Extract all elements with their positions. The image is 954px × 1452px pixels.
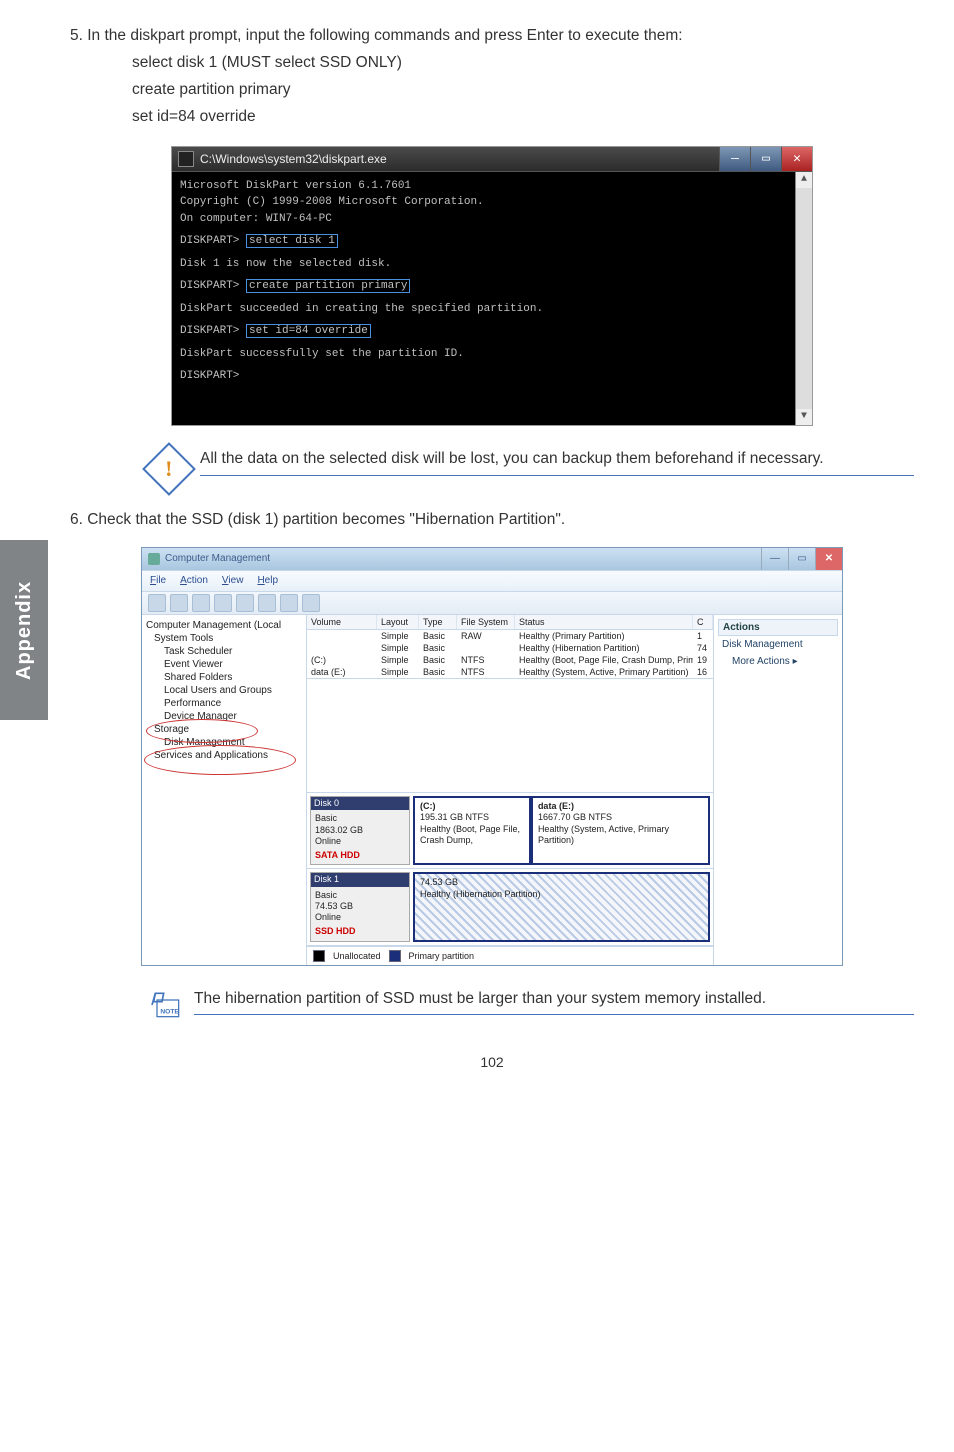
maximize-button[interactable]: ▭ [788,548,815,570]
tree-pane[interactable]: Computer Management (Local System Tools … [142,615,307,965]
step5-intro: 5. In the diskpart prompt, input the fol… [70,26,914,47]
toolbar [142,592,842,615]
mgmt-app-icon [148,553,160,565]
cmd-line: DISKPART> create partition primary [180,278,804,295]
note-text: The hibernation partition of SSD must be… [194,990,914,1015]
partition-data-e[interactable]: data (E:) 1667.70 GB NTFS Healthy (Syste… [531,796,710,865]
toolbar-icon[interactable] [192,594,210,612]
cmd-line: Copyright (C) 1999-2008 Microsoft Corpor… [180,194,804,211]
menu-bar: File Action View Help [142,570,842,592]
computer-management-window: Computer Management — ▭ ✕ File Action Vi… [141,547,843,966]
tree-system-tools[interactable]: System Tools [152,632,304,645]
tree-root[interactable]: Computer Management (Local [144,619,304,632]
tree-shared-folders[interactable]: Shared Folders [162,671,304,684]
cmd-line: DISKPART> select disk 1 [180,233,804,250]
scroll-up-icon[interactable]: ▲ [796,172,812,188]
col-capacity[interactable]: C [693,615,713,629]
tree-task-scheduler[interactable]: Task Scheduler [162,645,304,658]
disk0-header: Disk 0 Basic 1863.02 GB Online SATA HDD [310,796,410,865]
ssd-hdd-label: SSD HDD [315,926,405,937]
cmd-line: DiskPart successfully set the partition … [180,346,804,363]
maximize-button[interactable]: ▭ [750,147,781,171]
partition-c[interactable]: (C:) 195.31 GB NTFS Healthy (Boot, Page … [413,796,531,865]
actions-pane: Actions Disk Management More Actions ▸ [714,615,842,965]
note-icon: NOTE [150,990,184,1020]
cmd-app-icon [178,151,194,167]
toolbar-icon[interactable] [214,594,232,612]
caution-text: All the data on the selected disk will b… [200,448,914,477]
legend-primary-swatch [389,950,401,962]
col-layout[interactable]: Layout [377,615,419,629]
disk1-header: Disk 1 Basic 74.53 GB Online SSD HDD [310,872,410,941]
col-status[interactable]: Status [515,615,693,629]
step6-text: 6. Check that the SSD (disk 1) partition… [70,510,914,531]
chevron-right-icon: ▸ [793,656,798,667]
legend-unallocated-label: Unallocated [333,951,381,961]
disk0-row[interactable]: Disk 0 Basic 1863.02 GB Online SATA HDD … [307,793,713,869]
tree-local-users[interactable]: Local Users and Groups [162,684,304,697]
menu-view[interactable]: View [222,575,244,586]
partition-hibernation[interactable]: 74.53 GB Healthy (Hibernation Partition) [413,872,710,941]
window-titlebar[interactable]: C:\Windows\system32\diskpart.exe — ▭ ✕ [172,147,812,172]
col-file-system[interactable]: File System [457,615,515,629]
legend: Unallocated Primary partition [307,946,713,965]
diskpart-window: C:\Windows\system32\diskpart.exe — ▭ ✕ M… [171,146,813,426]
menu-action[interactable]: Action [180,575,208,586]
table-row[interactable]: SimpleBasicHealthy (Hibernation Partitio… [307,642,713,654]
scrollbar[interactable]: ▲ ▼ [795,172,812,425]
tree-performance[interactable]: Performance [162,697,304,710]
window-title: Computer Management [165,553,270,564]
actions-more-actions[interactable]: More Actions ▸ [718,653,838,670]
menu-help[interactable]: Help [257,575,278,586]
cmd-line: Disk 1 is now the selected disk. [180,256,804,273]
table-row[interactable]: data (E:)SimpleBasicNTFSHealthy (System,… [307,666,713,678]
center-pane: Volume Layout Type File System Status C … [307,615,714,965]
minimize-button[interactable]: — [719,147,750,171]
close-button[interactable]: ✕ [781,147,812,171]
toolbar-icon[interactable] [258,594,276,612]
cmd-line: DISKPART> set id=84 override [180,323,804,340]
red-oval-annotation [144,745,296,775]
step5-cmd3: set id=84 override [132,107,914,128]
sata-hdd-label: SATA HDD [315,850,405,861]
scroll-down-icon[interactable]: ▼ [796,409,812,425]
toolbar-help-icon[interactable] [236,594,254,612]
toolbar-back-icon[interactable] [148,594,166,612]
actions-disk-management[interactable]: Disk Management [718,636,838,653]
tree-storage[interactable]: Storage [152,723,304,736]
red-oval-annotation [146,719,258,743]
cmd-line: DiskPart succeeded in creating the speci… [180,301,804,318]
page-number: 102 [70,1054,914,1070]
minimize-button[interactable]: — [761,548,788,570]
close-button[interactable]: ✕ [815,548,842,570]
toolbar-refresh-icon[interactable] [280,594,298,612]
window-titlebar[interactable]: Computer Management — ▭ ✕ [142,548,842,570]
caution-icon: ! [142,442,196,496]
cmd-body[interactable]: Microsoft DiskPart version 6.1.7601 Copy… [172,172,812,425]
cmd-line: Microsoft DiskPart version 6.1.7601 [180,178,804,195]
tree-event-viewer[interactable]: Event Viewer [162,658,304,671]
legend-primary-label: Primary partition [409,951,475,961]
col-volume[interactable]: Volume [307,615,377,629]
table-row[interactable]: SimpleBasicRAWHealthy (Primary Partition… [307,630,713,642]
window-title: C:\Windows\system32\diskpart.exe [200,152,387,166]
disk1-row[interactable]: Disk 1 Basic 74.53 GB Online SSD HDD 74.… [307,869,713,945]
cmd-line: DISKPART> [180,368,804,385]
toolbar-forward-icon[interactable] [170,594,188,612]
legend-unallocated-swatch [313,950,325,962]
col-type[interactable]: Type [419,615,457,629]
cmd-line: On computer: WIN7-64-PC [180,211,804,228]
svg-text:NOTE: NOTE [160,1008,179,1015]
menu-file[interactable]: File [150,575,166,586]
actions-header: Actions [718,619,838,636]
volume-table: Volume Layout Type File System Status C … [307,615,713,679]
toolbar-icon[interactable] [302,594,320,612]
tree-services-apps[interactable]: Services and Applications [152,749,304,762]
appendix-side-tab: Appendix [0,540,48,720]
step5-cmd2: create partition primary [132,80,914,101]
step5-cmd1: select disk 1 (MUST select SSD ONLY) [132,53,914,74]
table-row[interactable]: (C:)SimpleBasicNTFSHealthy (Boot, Page F… [307,654,713,666]
